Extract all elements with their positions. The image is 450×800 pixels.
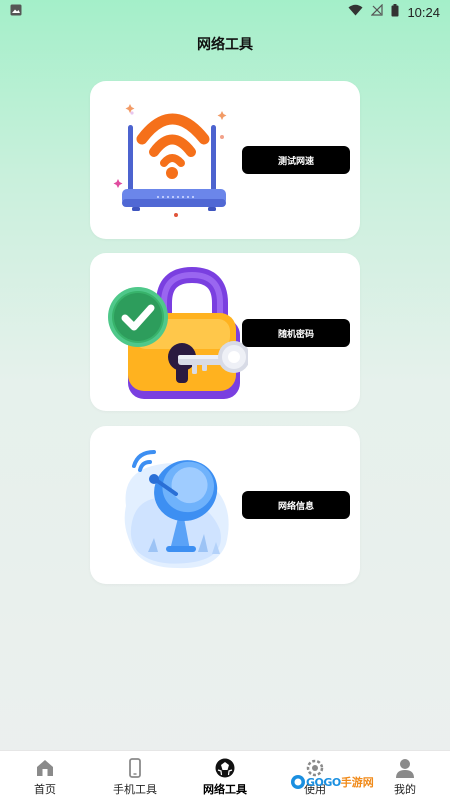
network-info-button[interactable]: 网络信息 — [242, 491, 350, 519]
speed-test-card[interactable]: 测试网速 — [90, 81, 360, 239]
gear-icon — [304, 757, 326, 779]
speed-test-button[interactable]: 测试网速 — [242, 146, 350, 174]
tab-home-label: 首页 — [34, 783, 56, 796]
network-ball-icon — [214, 757, 236, 779]
status-left — [10, 4, 22, 20]
status-bar: 10:24 — [0, 0, 450, 24]
status-right: 10:24 — [348, 3, 440, 21]
random-password-card[interactable]: 随机密码 — [90, 253, 360, 411]
home-icon — [34, 757, 56, 779]
signal-off-icon — [371, 3, 384, 20]
satellite-dish-icon — [108, 434, 248, 576]
tab-profile-label: 我的 — [394, 783, 416, 796]
image-icon — [10, 4, 22, 20]
user-icon — [394, 757, 416, 779]
bottom-tab-bar: 首页 手机工具 网络工具 使用 我的 — [0, 750, 450, 800]
page-title: 网络工具 — [197, 37, 253, 53]
random-password-button[interactable]: 随机密码 — [242, 319, 350, 347]
phone-icon — [124, 757, 146, 779]
tab-usage[interactable]: 使用 — [270, 751, 360, 800]
wifi-icon — [348, 4, 363, 20]
tab-phone-tools-label: 手机工具 — [113, 783, 157, 796]
tab-network-tools[interactable]: 网络工具 — [180, 751, 270, 800]
wifi-router-icon — [108, 89, 248, 231]
network-info-card[interactable]: 网络信息 — [90, 426, 360, 584]
tab-profile[interactable]: 我的 — [360, 751, 450, 800]
tab-usage-label: 使用 — [304, 783, 326, 796]
battery-icon — [391, 3, 399, 21]
tab-home[interactable]: 首页 — [0, 751, 90, 800]
tab-phone-tools[interactable]: 手机工具 — [90, 751, 180, 800]
status-time: 10:24 — [407, 4, 440, 20]
tab-network-tools-label: 网络工具 — [203, 783, 247, 796]
lock-key-icon — [108, 261, 250, 403]
